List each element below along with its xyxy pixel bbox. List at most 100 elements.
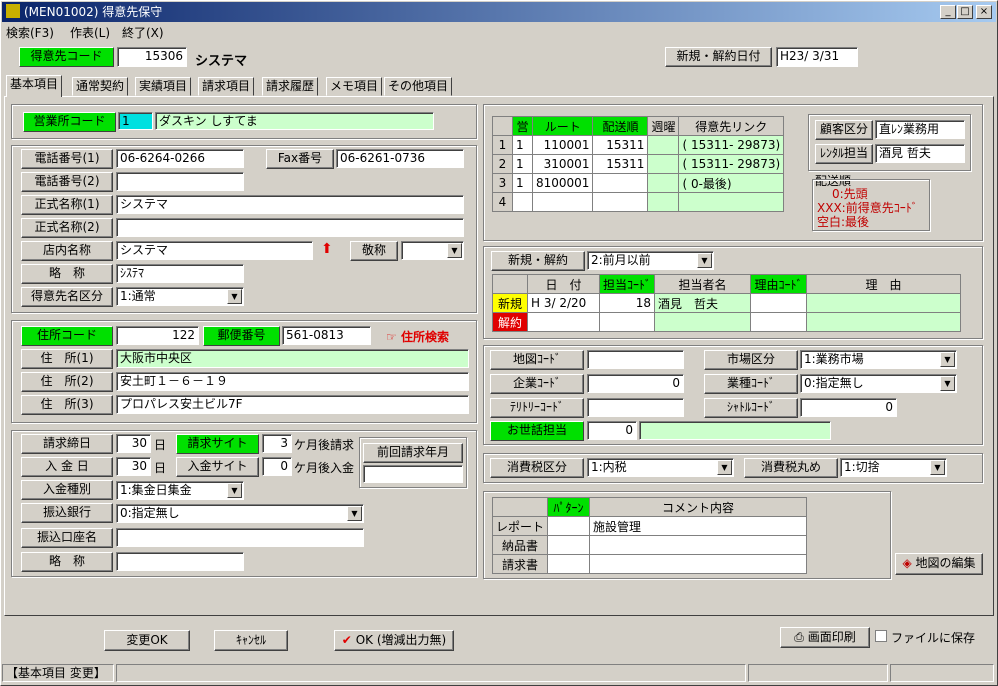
rental-staff-input[interactable]: 酒見 哲夫 xyxy=(875,144,965,163)
billing-site-input[interactable]: 3 xyxy=(262,434,292,453)
payment-site-label: 入金サイト xyxy=(176,457,259,477)
chevron-down-icon[interactable]: ▼ xyxy=(227,289,242,304)
chevron-down-icon[interactable]: ▼ xyxy=(447,243,462,258)
rental-staff-label: ﾚﾝﾀﾙ担当 xyxy=(815,144,873,164)
address1-input[interactable]: 大阪市中央区 xyxy=(116,349,469,368)
close-day-unit: 日 xyxy=(154,438,167,452)
customer-code-label: 得意先コード xyxy=(19,47,114,67)
tab-normal-contract[interactable]: 通常契約 xyxy=(72,77,129,96)
cancel-button[interactable]: ｷｬﾝｾﾙ xyxy=(214,630,288,651)
store-name-input[interactable]: システマ xyxy=(116,241,313,260)
billing-site-suffix: ケ月後請求 xyxy=(294,438,355,452)
tax-kind-select[interactable]: 1:内税 ▼ xyxy=(587,458,734,477)
chevron-down-icon[interactable]: ▼ xyxy=(227,483,242,498)
route-header-link: 得意先リンク xyxy=(678,116,785,136)
payment-day-input[interactable]: 30 xyxy=(116,457,151,476)
table-row[interactable]: 納品書 xyxy=(491,535,808,555)
tax-round-select[interactable]: 1:切捨 ▼ xyxy=(840,458,947,477)
chevron-down-icon[interactable]: ▼ xyxy=(697,253,712,268)
menu-report[interactable]: 作表(L) xyxy=(70,24,110,41)
bank-select[interactable]: 0:指定無し ▼ xyxy=(116,504,364,523)
chevron-down-icon[interactable]: ▼ xyxy=(930,460,945,475)
payment-type-select[interactable]: 1:集金日集金 ▼ xyxy=(116,481,244,500)
tab-billing[interactable]: 請求項目 xyxy=(198,77,255,96)
honorific-select[interactable]: ▼ xyxy=(401,241,464,260)
formal-name1-input[interactable]: システマ xyxy=(116,195,464,214)
contract-select[interactable]: 2:前月以前 ▼ xyxy=(587,251,714,270)
address-code-input[interactable]: 122 xyxy=(116,326,199,345)
care-staff-input[interactable]: 0 xyxy=(587,421,637,440)
payment-site-input[interactable]: 0 xyxy=(262,457,292,476)
shuttle-code-input[interactable]: 0 xyxy=(800,398,897,417)
payment-type-label: 入金種別 xyxy=(21,480,113,500)
address2-input[interactable]: 安土町１－６－１９ xyxy=(116,372,469,391)
table-row[interactable]: 新規 H 3/ 2/20 18 酒見 哲夫 xyxy=(492,293,962,313)
formal-name2-label: 正式名称(2) xyxy=(21,218,113,238)
payment-day-unit: 日 xyxy=(154,461,167,475)
industry-code-select[interactable]: 0:指定無し ▼ xyxy=(800,374,957,393)
tab-basic[interactable]: 基本項目 xyxy=(6,75,63,97)
chevron-down-icon[interactable]: ▼ xyxy=(717,460,732,475)
map-edit-button[interactable]: ◈ 地図の編集 xyxy=(895,553,983,575)
title-bar: (MEN01002) 得意先保守 xyxy=(2,2,996,22)
abbr-input[interactable]: ｼｽﾃﾏ xyxy=(116,264,244,283)
payment-site-suffix: ケ月後入金 xyxy=(294,461,355,475)
route-header-office: 営 xyxy=(512,116,533,136)
formal-name1-label: 正式名称(1) xyxy=(21,195,113,215)
fax-input[interactable]: 06-6261-0736 xyxy=(336,149,464,168)
chevron-down-icon[interactable]: ▼ xyxy=(940,352,955,367)
formal-name2-input[interactable] xyxy=(116,218,464,237)
care-staff-name xyxy=(639,421,831,440)
close-day-input[interactable]: 30 xyxy=(116,434,151,453)
market-kind-select[interactable]: 1:業務市場 ▼ xyxy=(800,350,957,369)
office-code-input[interactable]: 1 xyxy=(118,112,153,130)
customer-code-input[interactable]: 15306 xyxy=(117,47,187,67)
table-row[interactable]: 請求書 xyxy=(491,554,808,574)
table-row[interactable]: 2 1 310001 15311( 15311- 29873) xyxy=(492,154,785,174)
account-name-input[interactable] xyxy=(116,528,364,547)
tel1-input[interactable]: 06-6264-0266 xyxy=(116,149,244,168)
tab-billing-history[interactable]: 請求履歴 xyxy=(262,77,319,96)
table-row[interactable]: レポート 施設管理 xyxy=(491,516,808,536)
prev-billing-input[interactable] xyxy=(363,465,463,483)
name-kind-select[interactable]: 1:通常 ▼ xyxy=(116,287,244,306)
territory-code-input[interactable] xyxy=(587,398,684,417)
change-ok-button[interactable]: 変更OK xyxy=(104,630,190,651)
save-file-label: ファイルに保存 xyxy=(891,631,976,645)
chevron-down-icon[interactable]: ▼ xyxy=(347,506,362,521)
contract-label: 新規・解約 xyxy=(491,251,585,271)
up-arrow-icon[interactable]: ⬆ xyxy=(321,241,333,257)
table-row[interactable]: 1 1 110001 15311( 15311- 29873) xyxy=(492,135,785,155)
company-code-input[interactable]: 0 xyxy=(587,374,684,393)
address-search-button[interactable]: ☞ 住所検索 xyxy=(386,328,449,345)
tel2-input[interactable] xyxy=(116,172,244,191)
customer-kind-input[interactable]: 直ﾚﾝ業務用 xyxy=(875,120,965,139)
tab-other[interactable]: その他項目 xyxy=(384,77,453,96)
address3-input[interactable]: プロパレス安土ビル7F xyxy=(116,395,469,414)
office-name: ダスキン しすてま xyxy=(155,112,434,130)
ok-no-output-button[interactable]: ✔ OK (増減出力無) xyxy=(334,630,454,651)
account-abbr-input[interactable] xyxy=(116,552,244,571)
table-row[interactable]: 解約 xyxy=(492,312,962,332)
status-panel-3 xyxy=(748,664,888,682)
account-abbr-label: 略 称 xyxy=(21,552,113,572)
menu-exit[interactable]: 終了(X) xyxy=(122,24,164,41)
chevron-down-icon[interactable]: ▼ xyxy=(940,376,955,391)
minimize-button[interactable]: _ xyxy=(940,5,956,19)
cancel-badge: 解約 xyxy=(492,312,528,332)
map-code-input[interactable] xyxy=(587,350,684,369)
table-row[interactable]: 3 1 8100001( 0-最後) xyxy=(492,173,785,193)
contract-date-input[interactable]: H23/ 3/31 xyxy=(776,47,858,67)
tab-memo[interactable]: メモ項目 xyxy=(326,77,383,96)
save-file-checkbox[interactable] xyxy=(875,630,887,642)
tab-results[interactable]: 実績項目 xyxy=(135,77,192,96)
route-header-blank xyxy=(492,116,513,136)
customer-kind-label: 顧客区分 xyxy=(815,120,873,140)
table-row[interactable]: 4 xyxy=(492,192,785,212)
maximize-button[interactable]: □ xyxy=(957,5,973,19)
care-staff-label: お世話担当 xyxy=(490,421,584,441)
menu-search[interactable]: 検索(F3) xyxy=(6,24,54,41)
zip-input[interactable]: 561-0813 xyxy=(282,326,371,345)
close-button[interactable]: × xyxy=(976,5,992,19)
print-screen-button[interactable]: ⎙ 画面印刷 xyxy=(780,627,870,648)
